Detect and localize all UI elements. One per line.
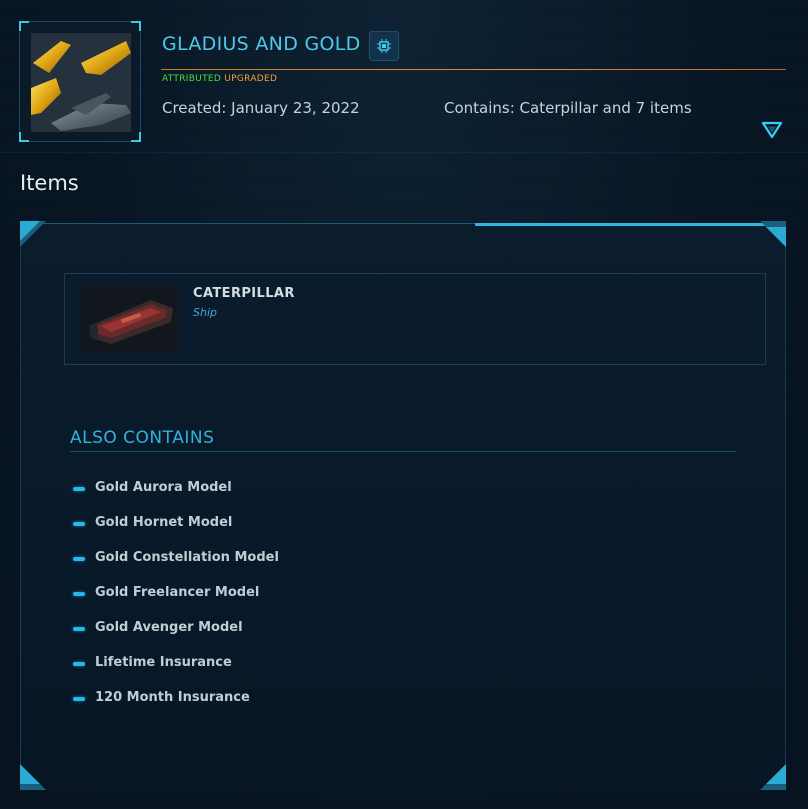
- bullet-icon: [73, 557, 85, 561]
- chip-button[interactable]: [369, 31, 399, 61]
- list-item-label: Lifetime Insurance: [95, 655, 232, 670]
- bullet-icon: [73, 697, 85, 701]
- attributed-tag: ATTRIBUTED: [162, 74, 222, 84]
- list-item-label: 120 Month Insurance: [95, 690, 250, 705]
- contains-summary: Contains: Caterpillar and 7 items: [444, 99, 692, 117]
- item-type: Ship: [193, 306, 217, 319]
- also-contains-title: ALSO CONTAINS: [70, 428, 215, 448]
- chip-icon: [377, 39, 391, 53]
- pledge-tags: ATTRIBUTED UPGRADED: [162, 74, 277, 84]
- panel-top-accent: [475, 223, 786, 226]
- frame-corner: [19, 21, 29, 31]
- item-card[interactable]: CATERPILLAR Ship: [64, 273, 766, 365]
- frame-corner: [131, 21, 141, 31]
- bullet-icon: [73, 522, 85, 526]
- bullet-icon: [73, 627, 85, 631]
- panel-corner-top-right: [760, 221, 786, 247]
- ship-image: [81, 286, 178, 353]
- panel-corner-bottom-right: [760, 764, 786, 790]
- triangle-down-icon: [761, 121, 783, 139]
- item-name: CATERPILLAR: [193, 286, 295, 301]
- frame-corner: [19, 132, 29, 142]
- pledge-thumbnail[interactable]: [19, 21, 141, 142]
- panel-corner-top-left: [20, 221, 46, 247]
- bullet-icon: [73, 487, 85, 491]
- panel-corner-bottom-left: [20, 764, 46, 790]
- bullet-icon: [73, 662, 85, 666]
- list-item-label: Gold Avenger Model: [95, 620, 243, 635]
- upgraded-tag: UPGRADED: [224, 74, 278, 84]
- list-item-label: Gold Aurora Model: [95, 480, 232, 495]
- pledge-title: GLADIUS AND GOLD: [162, 33, 361, 55]
- title-divider: [161, 69, 786, 70]
- list-item-label: Gold Hornet Model: [95, 515, 233, 530]
- list-item-label: Gold Freelancer Model: [95, 585, 260, 600]
- frame-corner: [131, 132, 141, 142]
- bullet-icon: [73, 592, 85, 596]
- items-heading: Items: [20, 171, 79, 195]
- header-divider: [0, 152, 808, 153]
- also-contains-divider: [70, 451, 736, 452]
- ship-thumbnail-image: [31, 33, 131, 132]
- expand-button[interactable]: [761, 120, 783, 140]
- list-item-label: Gold Constellation Model: [95, 550, 279, 565]
- created-date: Created: January 23, 2022: [162, 99, 360, 117]
